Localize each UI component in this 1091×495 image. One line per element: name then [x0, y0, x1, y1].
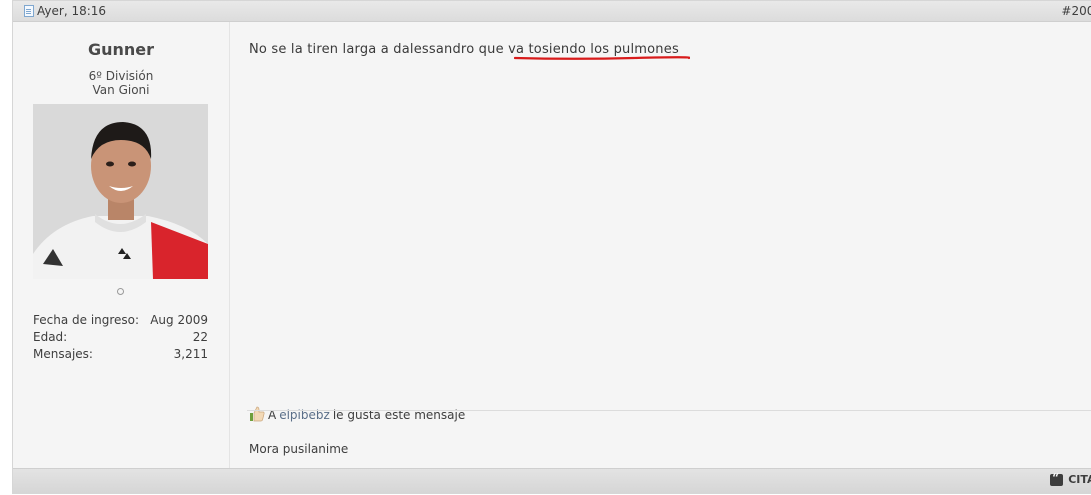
likes-notice: A elpibebz le gusta este mensaje [249, 406, 465, 422]
user-title: Van Gioni [92, 83, 150, 97]
document-icon [24, 5, 34, 17]
post-date-text: Ayer, 18:16 [37, 4, 107, 18]
post-footer: CITAR [13, 468, 1091, 493]
quote-label: CITAR [1068, 473, 1091, 486]
user-info-panel: Gunner 6º División Van Gioni Fecha de in… [13, 22, 230, 468]
message-highlighted-text: va tosiendo los pulmones [508, 42, 679, 57]
post-message: No se la tiren larga a dalessandro que v… [249, 42, 679, 57]
message-text: No se la tiren larga a dalessandro que [249, 42, 509, 57]
stat-posts: Mensajes: 3,211 [33, 347, 208, 361]
offline-status-icon [117, 288, 124, 295]
avatar-image [33, 104, 208, 279]
post-date: Ayer, 18:16 [24, 1, 106, 21]
stat-join-date: Fecha de ingreso: Aug 2009 [33, 313, 208, 327]
avatar[interactable] [33, 104, 208, 279]
post-header: Ayer, 18:16 #2002 [13, 1, 1091, 22]
user-rank-label: 6º División [88, 69, 154, 83]
user-rank: 6º División Van Gioni [13, 69, 229, 97]
stat-age: Edad: 22 [33, 330, 208, 344]
forum-post: Ayer, 18:16 #2002 Gunner 6º División Van… [12, 0, 1091, 494]
quote-icon [1050, 471, 1064, 486]
user-stats: Fecha de ingreso: Aug 2009 Edad: 22 Mens… [33, 312, 208, 363]
signature: Mora pusilanime [249, 442, 349, 456]
username-link[interactable]: Gunner [13, 40, 229, 59]
post-number-link[interactable]: #2002 [1061, 1, 1091, 21]
post-body: No se la tiren larga a dalessandro que v… [230, 22, 1091, 468]
thumbs-up-icon [250, 406, 265, 422]
quote-button[interactable]: CITAR [1050, 471, 1091, 486]
signature-divider [247, 410, 1091, 411]
